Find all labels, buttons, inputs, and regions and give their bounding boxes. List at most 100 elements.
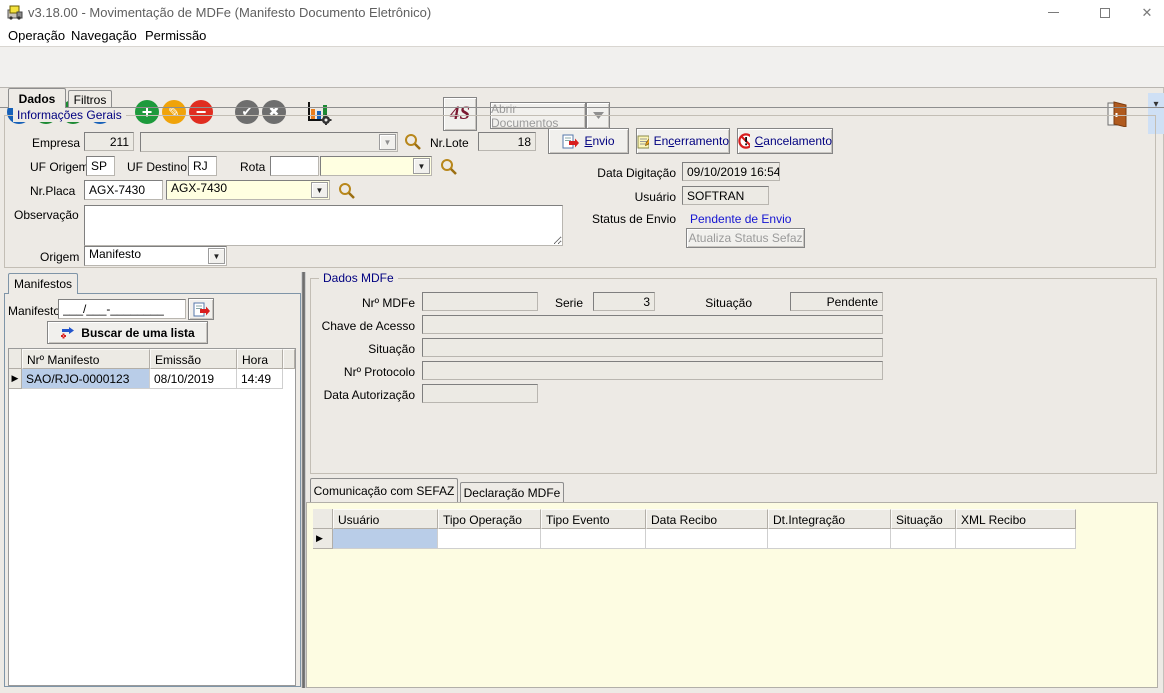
rota-label: Rota bbox=[240, 160, 265, 174]
observacao-label: Observação bbox=[14, 208, 79, 222]
cell-dt-integracao[interactable] bbox=[768, 529, 891, 549]
cell-tipo-evento[interactable] bbox=[541, 529, 646, 549]
rota-field[interactable] bbox=[270, 156, 319, 176]
rota-input[interactable] bbox=[271, 157, 318, 175]
cell-usuario[interactable] bbox=[333, 529, 438, 549]
menu-operacao[interactable]: Operação bbox=[8, 28, 65, 43]
rota-combo[interactable]: ▼ bbox=[320, 156, 432, 176]
menu-navegacao[interactable]: Navegação bbox=[71, 28, 137, 43]
uf-origem-field[interactable] bbox=[86, 156, 115, 176]
col-emissao[interactable]: Emissão bbox=[150, 349, 237, 369]
data-digitacao-field: 09/10/2019 16:54 bbox=[682, 162, 780, 181]
usuario-field: SOFTRAN bbox=[682, 186, 769, 205]
col-tipo-operacao[interactable]: Tipo Operação bbox=[438, 509, 541, 529]
nr-placa-input[interactable] bbox=[85, 181, 162, 199]
col-xml-recibo[interactable]: XML Recibo bbox=[956, 509, 1076, 529]
cell-data-recibo[interactable] bbox=[646, 529, 768, 549]
empresa-search-icon[interactable] bbox=[404, 133, 421, 150]
cell-situacao[interactable] bbox=[891, 529, 956, 549]
nr-placa-field[interactable] bbox=[84, 180, 163, 200]
data-autorizacao-label: Data Autorização bbox=[280, 388, 415, 402]
situacao-mdfe-field: Pendente bbox=[790, 292, 883, 311]
empresa-combo-value bbox=[141, 131, 149, 147]
nr-placa-combo[interactable]: AGX-7430 ▼ bbox=[166, 180, 330, 200]
origem-combo-value: Manifesto bbox=[85, 245, 145, 261]
placa-search-icon[interactable] bbox=[338, 182, 355, 199]
maximize-button[interactable] bbox=[1088, 0, 1122, 25]
tab-declaracao-mdfe-label: Declaração MDFe bbox=[464, 486, 561, 500]
uf-destino-field[interactable] bbox=[188, 156, 217, 176]
nr-placa-label: Nr.Placa bbox=[30, 184, 75, 198]
col-situacao[interactable]: Situação bbox=[891, 509, 956, 529]
status-envio-label: Status de Envio bbox=[556, 212, 676, 226]
row-indicator-icon: ▶ bbox=[313, 529, 333, 549]
rota-search-icon[interactable] bbox=[440, 158, 457, 175]
window-title: v3.18.00 - Movimentação de MDFe (Manifes… bbox=[28, 5, 431, 20]
comunicacao-grid-area: Usuário Tipo Operação Tipo Evento Data R… bbox=[306, 502, 1158, 688]
col-hora[interactable]: Hora bbox=[237, 349, 283, 369]
data-autorizacao-field bbox=[422, 384, 538, 403]
cancelamento-button[interactable]: Cancelamento bbox=[737, 128, 833, 154]
cell-nr-manifesto[interactable]: SAO/RJO-0000123 bbox=[22, 369, 150, 389]
serie-label: Serie bbox=[520, 296, 583, 310]
cell-hora[interactable]: 14:49 bbox=[237, 369, 283, 389]
observacao-input[interactable] bbox=[85, 206, 562, 245]
tab-comunicacao-sefaz[interactable]: Comunicação com SEFAZ bbox=[310, 478, 458, 502]
envio-button[interactable]: Envio bbox=[548, 128, 629, 154]
encerramento-button[interactable]: Encerramento bbox=[636, 128, 730, 154]
app-icon bbox=[7, 4, 23, 20]
col-dt-integracao[interactable]: Dt.Integração bbox=[768, 509, 891, 529]
minimize-button[interactable] bbox=[1036, 0, 1070, 25]
buscar-lista-arrows-icon bbox=[60, 326, 76, 340]
manifesto-mask-field[interactable] bbox=[58, 299, 186, 319]
origem-combo-arrow-icon[interactable]: ▼ bbox=[208, 248, 225, 264]
col-tipo-evento[interactable]: Tipo Evento bbox=[541, 509, 646, 529]
uf-origem-input[interactable] bbox=[87, 157, 114, 175]
buscar-lista-button[interactable]: Buscar de uma lista bbox=[47, 321, 208, 344]
manifesto-mask-input[interactable] bbox=[59, 300, 185, 318]
informacoes-gerais-title: Informações Gerais bbox=[13, 108, 126, 122]
manifesto-go-button[interactable] bbox=[188, 298, 214, 320]
nr-lote-field: 18 bbox=[478, 132, 536, 151]
origem-combo[interactable]: Manifesto ▼ bbox=[84, 246, 227, 266]
envio-doc-icon bbox=[562, 134, 579, 149]
rota-combo-arrow-icon[interactable]: ▼ bbox=[413, 158, 430, 174]
uf-destino-label: UF Destino bbox=[127, 160, 187, 174]
situacao2-field bbox=[422, 338, 883, 357]
col-data-recibo[interactable]: Data Recibo bbox=[646, 509, 768, 529]
menu-permissao[interactable]: Permissão bbox=[145, 28, 206, 43]
situacao2-label: Situação bbox=[280, 342, 415, 356]
cell-emissao[interactable]: 08/10/2019 bbox=[150, 369, 237, 389]
tab-filtros[interactable]: Filtros bbox=[68, 90, 112, 108]
empresa-combo-arrow-icon[interactable]: ▼ bbox=[379, 134, 396, 150]
col-nr-manifesto[interactable]: Nrº Manifesto bbox=[22, 349, 150, 369]
empresa-combo[interactable]: ▼ bbox=[140, 132, 398, 152]
nr-placa-combo-arrow-icon[interactable]: ▼ bbox=[311, 182, 328, 198]
envio-label: Envio bbox=[584, 134, 614, 148]
observacao-field[interactable] bbox=[84, 205, 563, 246]
status-envio-value: Pendente de Envio bbox=[690, 212, 791, 226]
atualiza-status-sefaz-button[interactable]: Atualiza Status Sefaz bbox=[686, 228, 805, 248]
uf-destino-input[interactable] bbox=[189, 157, 216, 175]
chave-acesso-label: Chave de Acesso bbox=[280, 319, 415, 333]
manifesto-label: Manifesto bbox=[8, 304, 60, 318]
tab-manifestos[interactable]: Manifestos bbox=[8, 273, 78, 294]
comunicacao-grid-row[interactable]: ▶ bbox=[313, 529, 1076, 549]
tab-filtros-label: Filtros bbox=[74, 93, 107, 107]
col-usuario[interactable]: Usuário bbox=[333, 509, 438, 529]
buscar-lista-label: Buscar de uma lista bbox=[81, 326, 194, 340]
comunicacao-grid-header: Usuário Tipo Operação Tipo Evento Data R… bbox=[313, 509, 1076, 529]
close-button[interactable]: ✕ bbox=[1130, 0, 1164, 25]
protocolo-field bbox=[422, 361, 883, 380]
manifestos-grid-row[interactable]: ▶ SAO/RJO-0000123 08/10/2019 14:49 bbox=[9, 369, 295, 389]
tab-dados[interactable]: Dados bbox=[8, 88, 66, 108]
cell-tipo-operacao[interactable] bbox=[438, 529, 541, 549]
app-window: v3.18.00 - Movimentação de MDFe (Manifes… bbox=[0, 0, 1164, 693]
origem-label: Origem bbox=[40, 250, 79, 264]
cell-xml-recibo[interactable] bbox=[956, 529, 1076, 549]
manifestos-grid: Nrº Manifesto Emissão Hora ▶ SAO/RJO-000… bbox=[8, 348, 296, 686]
toolbar: + ✎ − ✔ ✖ 4S Abrir Documentos ▾ bbox=[0, 46, 1164, 88]
menu-bar: Operação Navegação Permissão bbox=[0, 25, 1164, 46]
manifesto-go-doc-icon bbox=[193, 302, 210, 317]
tab-declaracao-mdfe[interactable]: Declaração MDFe bbox=[460, 482, 564, 502]
